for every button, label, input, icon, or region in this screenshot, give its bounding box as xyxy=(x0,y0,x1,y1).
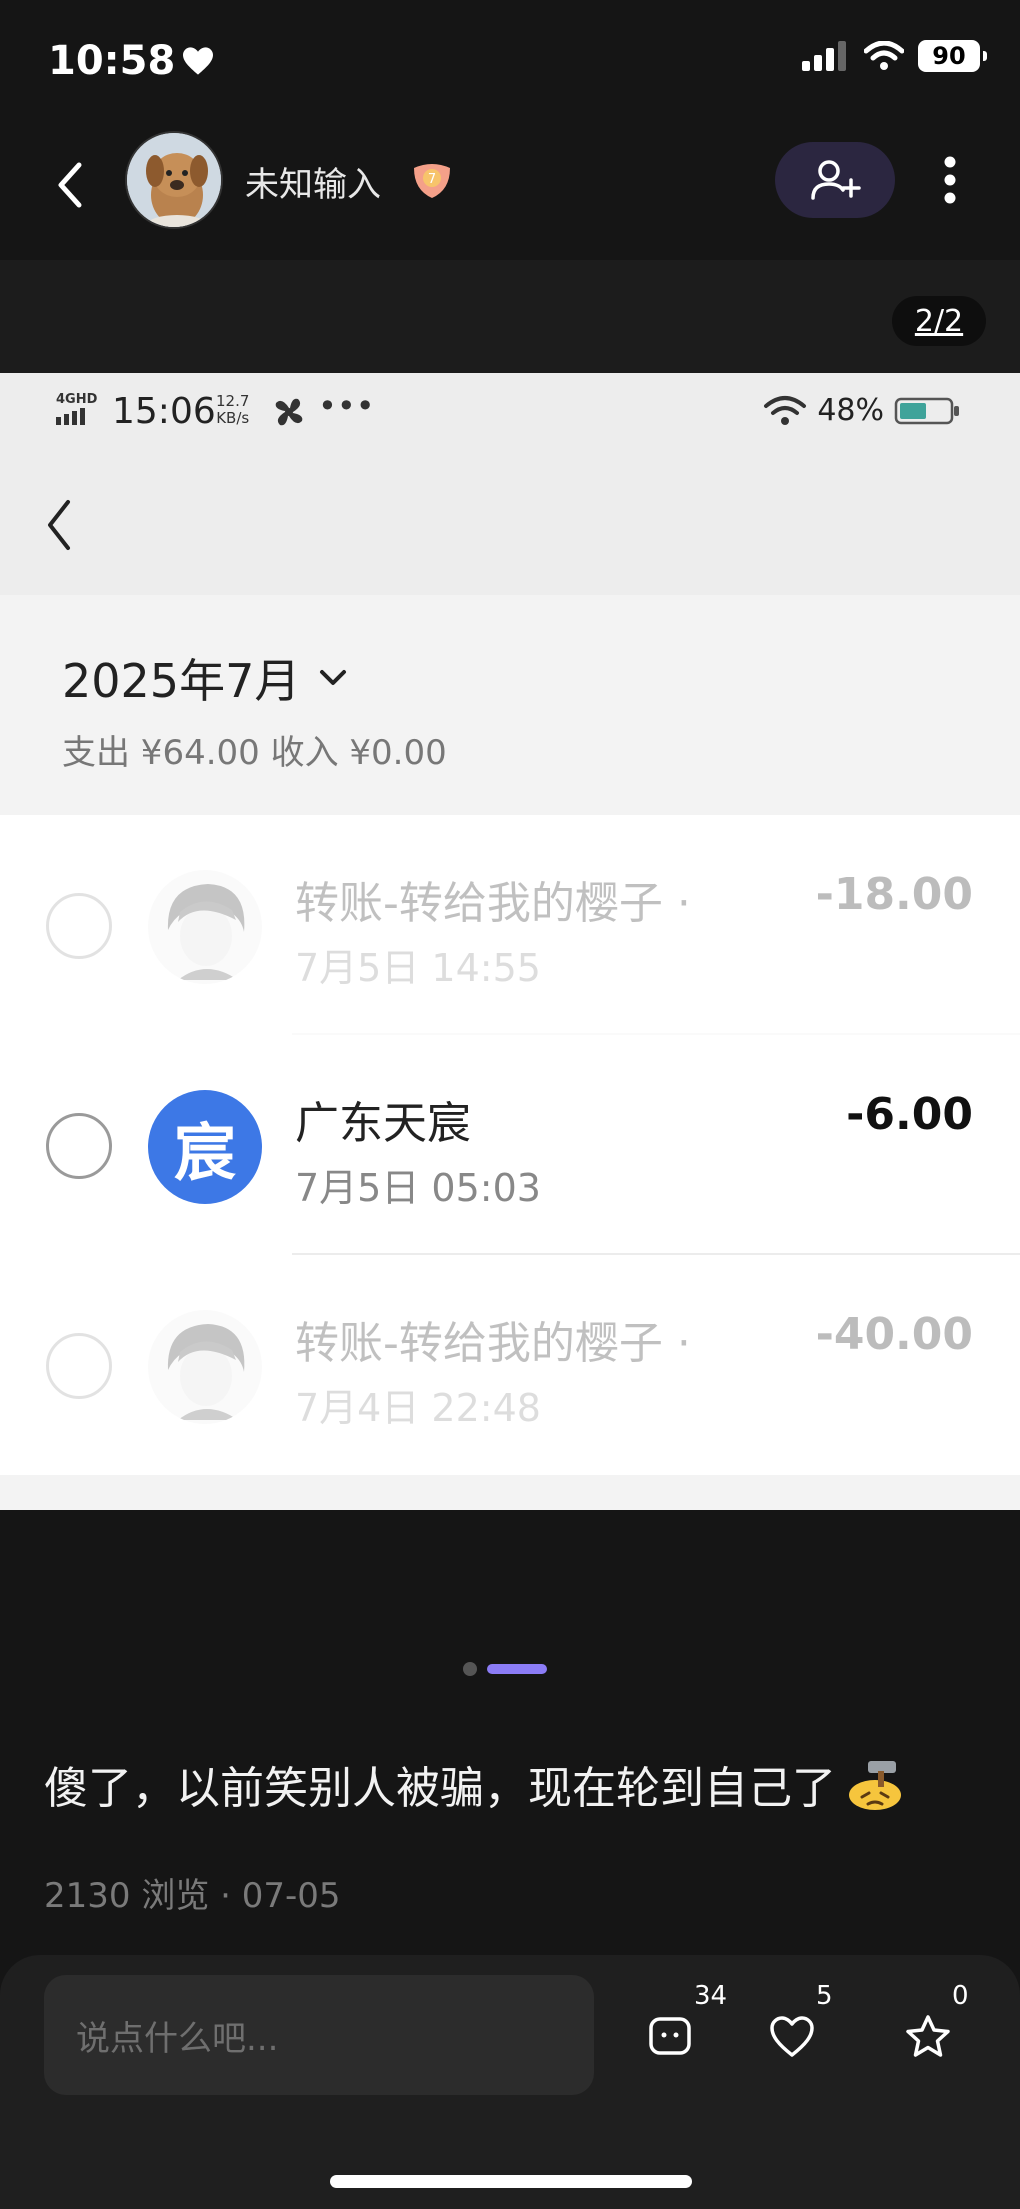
favorite-button[interactable]: 0 xyxy=(898,1981,969,2067)
post-text-content: 傻了，以前笑别人被骗，现在轮到自己了 xyxy=(44,1763,836,1814)
transaction-time: 7月5日 05:03 xyxy=(295,1166,541,1210)
likes-count: 5 xyxy=(816,1981,833,2011)
add-friend-button[interactable] xyxy=(775,142,895,218)
wifi-icon xyxy=(864,41,904,70)
transaction-list: 转账-转给我的樱子 · 7月5日 14:55 -18.00 宸 广东天宸 7月5… xyxy=(0,815,1020,1475)
monthly-totals: 支出 ¥64.00 收入 ¥0.00 xyxy=(62,733,447,773)
comments-count: 34 xyxy=(694,1981,728,2011)
month-label: 2025年7月 xyxy=(62,654,301,708)
inner-wifi-icon xyxy=(764,395,807,425)
inner-time: 15:06 xyxy=(112,391,216,432)
level-badge-icon: 7 xyxy=(410,160,454,200)
month-selector[interactable]: 2025年7月 xyxy=(62,645,348,711)
home-indicator xyxy=(330,2175,692,2188)
like-button[interactable]: 5 xyxy=(762,1981,833,2067)
inner-status-bar: 4GHD 15:06 12.7 KB/s ••• 48% xyxy=(0,373,1020,453)
star-outline-icon xyxy=(906,2015,950,2057)
merchant-avatar: 宸 xyxy=(148,1090,262,1204)
carousel-dot[interactable] xyxy=(463,1662,477,1676)
transaction-amount: -18.00 xyxy=(815,869,973,920)
carousel-dots xyxy=(463,1662,547,1676)
favorites-count: 0 xyxy=(952,1981,969,2011)
select-radio[interactable] xyxy=(46,893,112,959)
bill-summary: 2025年7月 支出 ¥64.00 收入 ¥0.00 xyxy=(0,595,1020,788)
select-radio[interactable] xyxy=(46,1333,112,1399)
post-meta: 2130 浏览 · 07-05 xyxy=(44,1876,341,1916)
heart-icon xyxy=(183,47,214,75)
username[interactable]: 未知输入 xyxy=(245,157,381,206)
status-right: 90 xyxy=(802,40,987,72)
page-indicator: 2/2 xyxy=(892,296,986,346)
comment-button[interactable]: 34 xyxy=(640,1981,727,2067)
comment-icon xyxy=(649,2017,691,2055)
fan-icon xyxy=(272,395,306,433)
transaction-row[interactable]: 转账-转给我的樱子 · 7月5日 14:55 -18.00 xyxy=(0,815,1020,1035)
transaction-row[interactable]: 宸 广东天宸 7月5日 05:03 -6.00 xyxy=(0,1035,1020,1255)
inner-header xyxy=(0,453,1020,595)
chevron-left-icon xyxy=(58,162,82,208)
status-time-text: 10:58 xyxy=(48,38,176,84)
comment-input[interactable]: 说点什么吧... xyxy=(44,1975,594,2095)
select-radio[interactable] xyxy=(46,1113,112,1179)
transaction-time: 7月4日 22:48 xyxy=(295,1386,541,1430)
more-vertical-icon xyxy=(944,156,956,204)
transaction-title: 转账-转给我的樱子 · xyxy=(295,1318,691,1369)
inner-more-dots: ••• xyxy=(318,387,375,425)
status-time: 10:58 xyxy=(48,38,215,84)
transaction-title: 广东天宸 xyxy=(295,1098,471,1149)
status-bar: 10:58 90 xyxy=(0,0,1020,125)
inner-battery-icon xyxy=(894,397,959,424)
level-badge-number: 7 xyxy=(428,172,436,187)
transaction-amount: -6.00 xyxy=(846,1089,973,1140)
image-viewer-header: 2/2 xyxy=(0,260,1020,373)
hammer-face-emoji-icon xyxy=(849,1761,901,1810)
carousel-dot-active[interactable] xyxy=(487,1664,547,1674)
add-user-icon xyxy=(811,160,861,200)
transaction-amount: -40.00 xyxy=(815,1309,973,1360)
inner-battery-text: 48% xyxy=(817,393,884,428)
inner-status-right: 48% xyxy=(763,393,962,428)
inner-back-button[interactable] xyxy=(44,498,74,556)
anime-avatar xyxy=(148,870,262,984)
signal-icon xyxy=(802,41,846,71)
transaction-time: 7月5日 14:55 xyxy=(295,946,541,990)
transaction-title: 转账-转给我的樱子 · xyxy=(295,878,691,929)
back-button[interactable] xyxy=(40,155,100,215)
battery-indicator: 90 xyxy=(918,40,987,72)
inner-network-label: 4GHD xyxy=(56,392,98,407)
inner-speed-value: 12.7 xyxy=(216,392,250,410)
inner-network: 4GHD xyxy=(56,393,97,427)
inner-speed-unit: KB/s xyxy=(216,409,250,427)
post-image[interactable]: 4GHD 15:06 12.7 KB/s ••• 48% 2025年7月 支出 … xyxy=(0,373,1020,1510)
more-options-button[interactable] xyxy=(930,150,970,210)
transaction-row[interactable]: 转账-转给我的樱子 · 7月4日 22:48 -40.00 xyxy=(0,1255,1020,1475)
dog-avatar-image xyxy=(127,133,221,227)
inner-signal-icon xyxy=(56,408,85,425)
post-text: 傻了，以前笑别人被骗，现在轮到自己了 xyxy=(44,1752,906,1816)
inner-speed: 12.7 KB/s xyxy=(216,393,249,427)
top-nav: 未知输入 7 xyxy=(0,125,1020,260)
chevron-down-icon xyxy=(320,670,347,685)
bottom-bar: 说点什么吧... 34 5 0 xyxy=(0,1955,1020,2209)
heart-outline-icon xyxy=(770,2016,814,2057)
anime-avatar xyxy=(148,1310,262,1424)
inner-chevron-left-icon xyxy=(48,500,70,550)
user-avatar[interactable] xyxy=(125,131,223,229)
